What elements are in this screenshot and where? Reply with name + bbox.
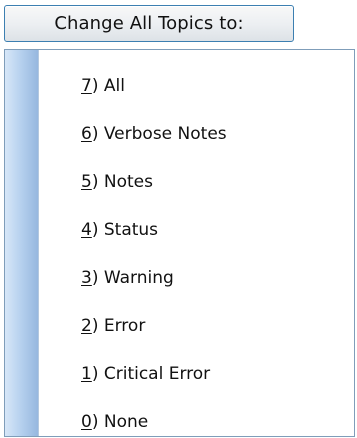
menu-item-accelerator: 6 [81, 124, 92, 144]
menu-item-accelerator: 2 [81, 316, 92, 336]
menu-item-label: ) All [91, 76, 125, 96]
menu-item-label: ) None [91, 412, 149, 432]
menu-item-accelerator: 5 [81, 172, 92, 192]
menu-item-label: ) Status [91, 220, 159, 240]
menu-item-label: ) Notes [91, 172, 153, 192]
change-all-topics-button[interactable]: Change All Topics to: [4, 5, 294, 42]
menu-item-label: ) Verbose Notes [91, 124, 227, 144]
menu-item-accelerator: 1 [81, 364, 92, 384]
menu-item-warning[interactable]: 3) Warning [81, 266, 174, 290]
menu-item-status[interactable]: 4) Status [81, 218, 158, 242]
menu-item-accelerator: 4 [81, 220, 92, 240]
menu-item-label: ) Critical Error [91, 364, 211, 384]
menu-item-notes[interactable]: 5) Notes [81, 170, 153, 194]
topic-level-menu: 7) All 6) Verbose Notes 5) Notes 4) Stat… [4, 49, 355, 437]
menu-item-critical-error[interactable]: 1) Critical Error [81, 362, 210, 386]
menu-item-none[interactable]: 0) None [81, 410, 148, 434]
menu-item-label: ) Warning [91, 268, 174, 288]
menu-items-list: 7) All 6) Verbose Notes 5) Notes 4) Stat… [5, 50, 354, 436]
menu-item-all[interactable]: 7) All [81, 74, 125, 98]
menu-item-accelerator: 7 [81, 76, 92, 96]
topic-level-dropdown-screen: Change All Topics to: 7) All 6) Verbose … [0, 0, 357, 438]
menu-item-verbose-notes[interactable]: 6) Verbose Notes [81, 122, 227, 146]
menu-item-accelerator: 0 [81, 412, 92, 432]
menu-item-accelerator: 3 [81, 268, 92, 288]
menu-item-error[interactable]: 2) Error [81, 314, 145, 338]
menu-item-label: ) Error [91, 316, 146, 336]
